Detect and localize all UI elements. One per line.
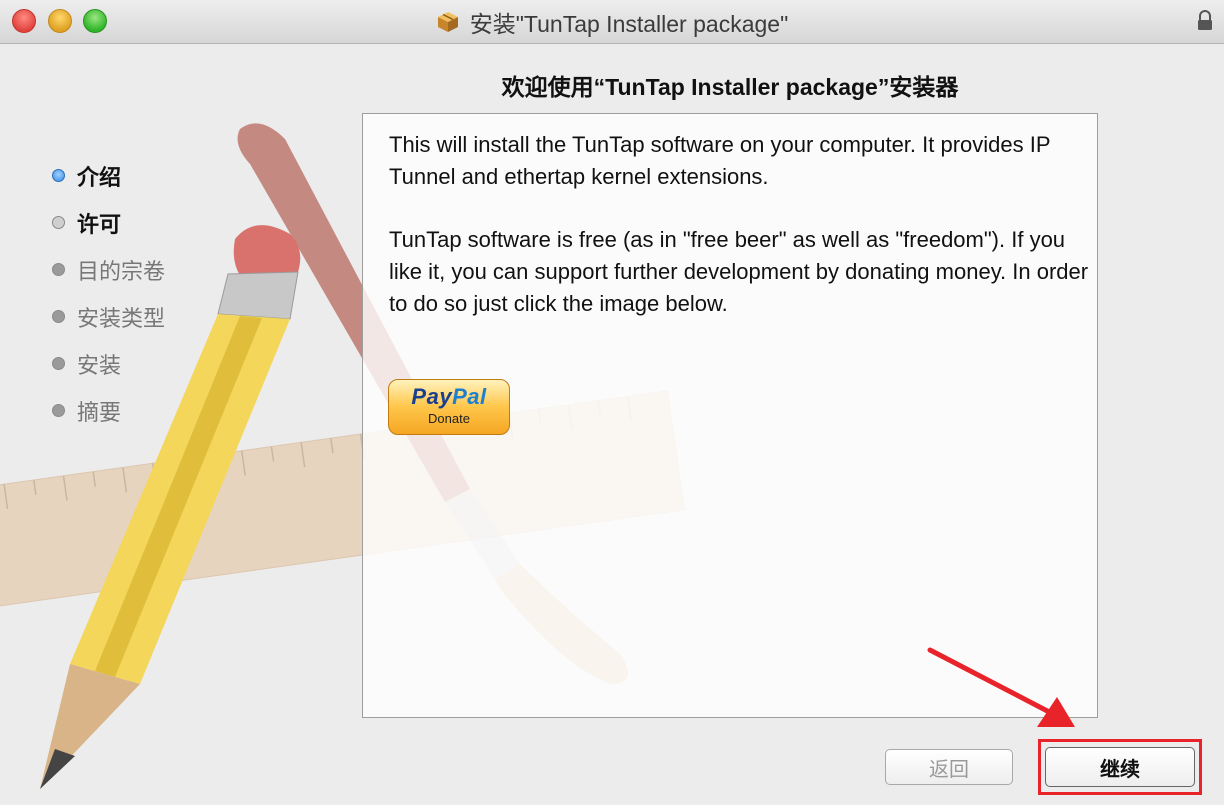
step-install: 安装 — [52, 340, 165, 387]
step-indicator-icon — [52, 357, 65, 370]
step-indicator-icon — [52, 310, 65, 323]
paypal-donate-button[interactable]: PayPal Donate — [388, 379, 510, 435]
step-license: 许可 — [52, 199, 165, 246]
back-button[interactable]: 返回 — [885, 749, 1013, 785]
donation-paragraph: TunTap software is free (as in "free bee… — [389, 227, 1089, 316]
installer-steps: 介绍 许可 目的宗卷 安装类型 安装 摘要 — [52, 152, 165, 434]
step-destination: 目的宗卷 — [52, 246, 165, 293]
content-panel: This will install the TunTap software on… — [362, 113, 1098, 718]
step-indicator-icon — [52, 169, 65, 182]
step-label: 安装类型 — [77, 305, 166, 331]
step-indicator-icon — [52, 216, 65, 229]
intro-paragraph: This will install the TunTap software on… — [389, 132, 1051, 189]
step-label: 许可 — [77, 211, 122, 237]
step-summary: 摘要 — [52, 387, 165, 434]
annotation-arrow — [927, 647, 1075, 727]
lock-icon[interactable] — [1196, 10, 1214, 32]
window-title: 安装"TunTap Installer package" — [469, 11, 789, 37]
step-label: 介绍 — [77, 164, 122, 190]
step-label: 摘要 — [77, 399, 122, 425]
package-icon — [437, 12, 458, 32]
step-label: 安装 — [77, 352, 122, 378]
step-install-type: 安装类型 — [52, 293, 165, 340]
step-indicator-icon — [52, 404, 65, 417]
highlight-box — [1038, 739, 1202, 795]
step-introduction: 介绍 — [52, 152, 165, 199]
window-titlebar: 安装"TunTap Installer package" — [0, 0, 1224, 44]
step-indicator-icon — [52, 263, 65, 276]
installer-heading: 欢迎使用“TunTap Installer package”安装器 — [501, 74, 959, 100]
step-label: 目的宗卷 — [77, 258, 166, 284]
paypal-logo: PayPal — [411, 384, 487, 409]
paypal-donate-label: Donate — [428, 411, 470, 426]
